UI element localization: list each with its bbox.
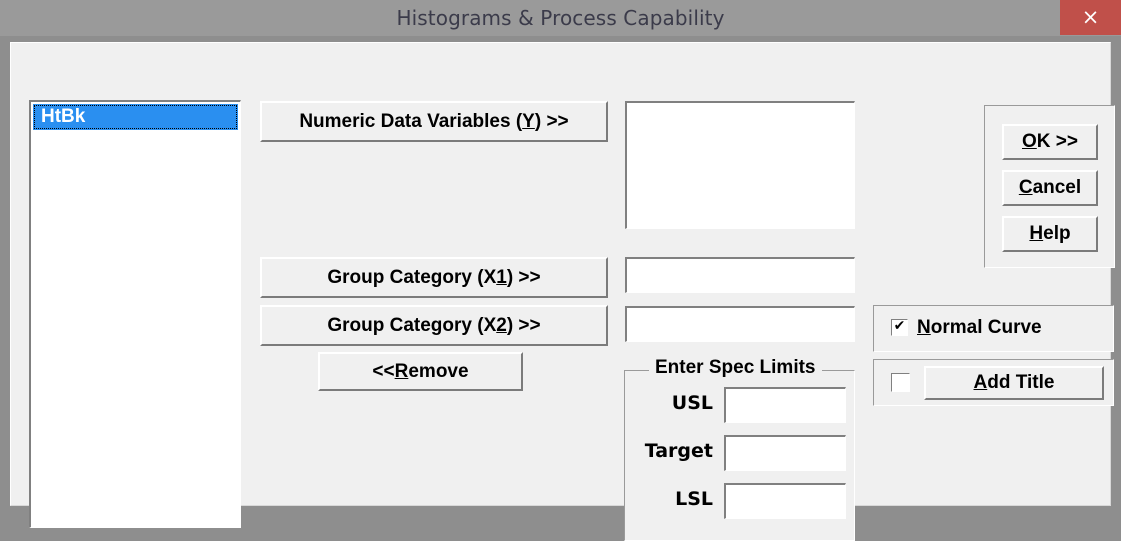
remove-accel: R bbox=[394, 361, 409, 382]
remove-button[interactable]: << Remove bbox=[318, 352, 523, 391]
list-item-source-variable[interactable]: HtBk bbox=[33, 104, 238, 130]
remove-label-pre: << bbox=[372, 361, 395, 382]
target-input[interactable] bbox=[724, 435, 846, 471]
numeric-y-label-post: ) >> bbox=[534, 111, 569, 132]
lsl-input[interactable] bbox=[724, 483, 846, 519]
numeric-y-accel: Y bbox=[522, 111, 535, 132]
add-title-label-post: dd Title bbox=[987, 372, 1055, 393]
close-button[interactable]: × bbox=[1060, 0, 1121, 35]
group-x2-accel: 2 bbox=[496, 315, 507, 336]
cancel-button[interactable]: Cancel bbox=[1002, 170, 1098, 206]
ok-label-post: K >> bbox=[1036, 131, 1078, 152]
group-category-x1-button[interactable]: Group Category (X1) >> bbox=[260, 257, 608, 298]
add-title-group: Add Title bbox=[873, 359, 1114, 406]
group-x2-target-field[interactable] bbox=[625, 306, 855, 342]
numeric-data-variables-y-button[interactable]: Numeric Data Variables (Y) >> bbox=[260, 101, 608, 142]
enter-spec-limits-group: Enter Spec Limits USL Target LSL bbox=[624, 357, 855, 541]
numeric-y-label-pre: Numeric Data Variables ( bbox=[299, 111, 523, 132]
numeric-y-target-listbox[interactable] bbox=[625, 101, 855, 229]
target-label: Target bbox=[644, 440, 713, 462]
group-category-x2-button[interactable]: Group Category (X2) >> bbox=[260, 305, 608, 346]
ok-accel: O bbox=[1022, 131, 1037, 152]
close-icon: × bbox=[1081, 5, 1100, 29]
remove-label-post: emove bbox=[408, 361, 469, 382]
help-label-post: elp bbox=[1043, 223, 1071, 244]
group-x1-label-pre: Group Category (X bbox=[327, 267, 497, 288]
help-accel: H bbox=[1029, 223, 1044, 244]
normal-curve-group: ✔ Normal Curve bbox=[873, 305, 1114, 352]
title-bar: Histograms & Process Capability × bbox=[0, 0, 1121, 36]
ok-button[interactable]: OK >> bbox=[1002, 124, 1098, 160]
group-x2-label-pre: Group Category (X bbox=[327, 315, 497, 336]
dialog-client-area: HtBk Numeric Data Variables (Y) >> Group… bbox=[10, 42, 1115, 541]
normal-curve-label-post: ormal Curve bbox=[930, 317, 1042, 338]
checkmark-icon: ✔ bbox=[893, 318, 906, 334]
dialog-window: Histograms & Process Capability × HtBk N… bbox=[0, 0, 1121, 541]
usl-label: USL bbox=[671, 392, 713, 414]
window-title: Histograms & Process Capability bbox=[396, 6, 725, 30]
add-title-checkbox[interactable] bbox=[891, 373, 910, 392]
normal-curve-label: Normal Curve bbox=[917, 317, 1042, 339]
add-title-button[interactable]: Add Title bbox=[924, 366, 1104, 400]
cancel-accel: C bbox=[1018, 177, 1033, 198]
group-x1-target-field[interactable] bbox=[625, 257, 855, 293]
normal-curve-checkbox[interactable]: ✔ bbox=[891, 318, 908, 336]
spec-limits-legend: Enter Spec Limits bbox=[649, 357, 822, 379]
normal-curve-accel: N bbox=[917, 317, 931, 338]
group-x1-label-post: ) >> bbox=[506, 267, 541, 288]
add-title-accel: A bbox=[973, 372, 988, 393]
command-buttons-group: OK >> Cancel Help bbox=[984, 105, 1115, 268]
group-x2-label-post: ) >> bbox=[506, 315, 541, 336]
source-variables-listbox[interactable]: HtBk bbox=[29, 100, 241, 528]
lsl-label: LSL bbox=[675, 488, 713, 510]
cancel-label-post: ancel bbox=[1032, 177, 1082, 198]
usl-input[interactable] bbox=[724, 387, 846, 423]
group-x1-accel: 1 bbox=[496, 267, 507, 288]
help-button[interactable]: Help bbox=[1002, 216, 1098, 252]
